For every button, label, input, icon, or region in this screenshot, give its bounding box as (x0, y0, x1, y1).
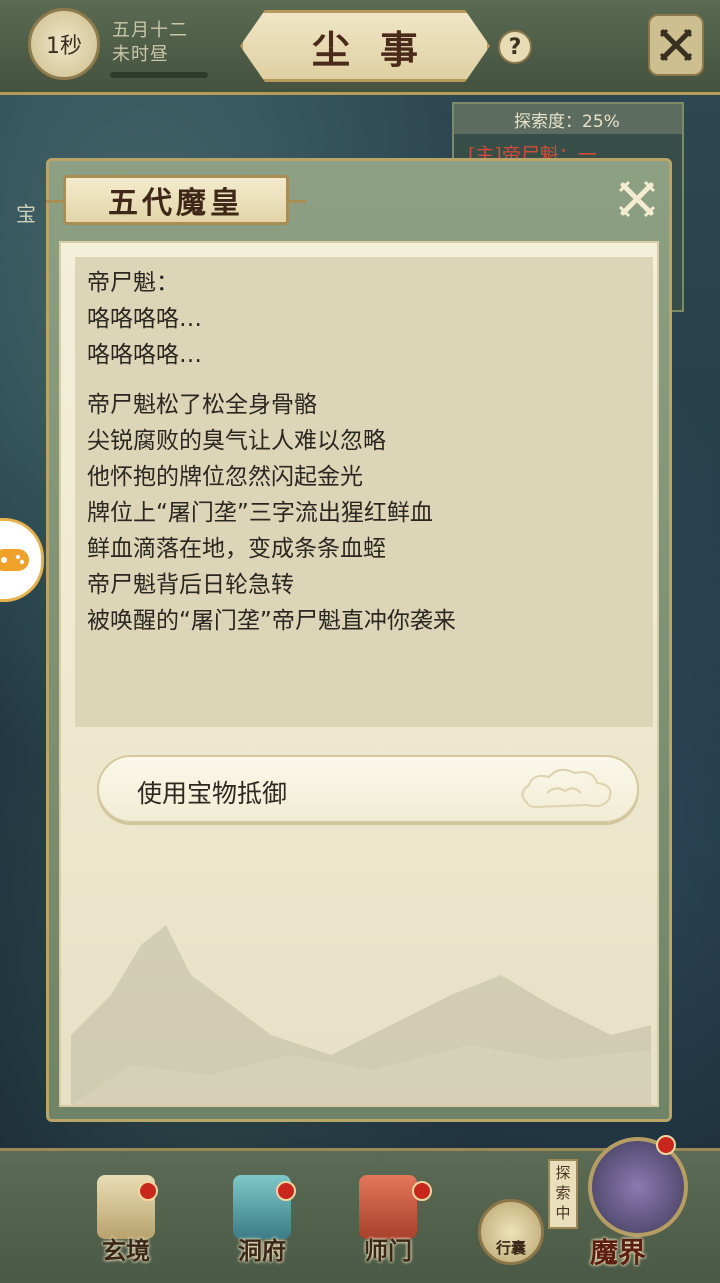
nav-label: 师门 (364, 1236, 412, 1265)
story-line: 咯咯咯咯… (87, 306, 202, 332)
bag-button[interactable]: 行囊 (478, 1199, 544, 1265)
story-textbox: 帝尸魁： 咯咯咯咯… 咯咯咯咯… 帝尸魁松了松全身骨骼尖锐腐败的臭气让人难以忽略 他怀… (75, 257, 653, 727)
narration-group: 帝尸魁松了松全身骨骼尖锐腐败的臭气让人难以忽略 他怀抱的牌位忽然闪起金光牌位上“屠… (87, 387, 641, 639)
close-icon (659, 28, 693, 62)
option-use-treasure-button[interactable]: 使用宝物抵御 (97, 755, 639, 823)
nav-xuanjing[interactable]: 玄境 (86, 1175, 166, 1275)
banner-icon (359, 1175, 417, 1239)
story-line: 帝尸魁松了松全身骨骼 (87, 392, 317, 418)
story-line: 尖锐腐败的臭气让人难以忽略 (87, 428, 386, 454)
close-icon (618, 180, 656, 218)
dialog-title-plaque: 五代魔皇 (46, 175, 306, 225)
story-line: 帝尸魁背后日轮急转 (87, 572, 294, 598)
date-line-2: 未时昼 (112, 44, 169, 65)
notification-dot (138, 1181, 158, 1201)
bag-label: 行囊 (495, 1239, 526, 1257)
nav-mojie[interactable]: 魔界 (570, 1135, 690, 1277)
option-label: 使用宝物抵御 (137, 779, 288, 808)
time-progress-bar (110, 72, 208, 78)
date-line-1: 五月十二 (112, 20, 188, 41)
story-line: 他怀抱的牌位忽然闪起金光 (87, 464, 363, 490)
notification-dot (656, 1135, 676, 1155)
top-bar: 1秒 五月十二 未时昼 尘事 ? (0, 0, 720, 95)
timer-text: 1秒 (46, 34, 82, 59)
help-button[interactable]: ? (498, 30, 532, 64)
event-dialog: 五代魔皇 帝尸魁： 咯咯咯咯… 咯咯咯咯… 帝尸魁松了松全身骨骼尖锐腐败的臭气让人难… (46, 158, 672, 1122)
timer-badge: 1秒 (28, 8, 100, 80)
gamepad-icon (0, 549, 29, 571)
top-close-button[interactable] (648, 14, 704, 76)
story-line: 咯咯咯咯… (87, 342, 202, 368)
story-line: 被唤醒的“屠门垄”帝尸魁直冲你袭来 (87, 608, 456, 634)
bottom-nav: 玄境 洞府 师门 行囊 探索中 魔界 (0, 1135, 720, 1283)
page-title-plaque: 尘事 (240, 10, 490, 82)
notification-dot (276, 1181, 296, 1201)
cloud-icon (521, 768, 612, 809)
mountain-decoration (71, 925, 651, 1105)
dialog-title: 五代魔皇 (108, 186, 244, 221)
dialog-paper: 帝尸魁： 咯咯咯咯… 咯咯咯咯… 帝尸魁松了松全身骨骼尖锐腐败的臭气让人难以忽略 他怀… (59, 241, 659, 1107)
nav-label: 魔界 (590, 1236, 647, 1269)
notification-dot (412, 1181, 432, 1201)
nav-label: 洞府 (238, 1236, 286, 1265)
dialogue-group: 帝尸魁： 咯咯咯咯… 咯咯咯咯… (87, 265, 641, 373)
exploration-progress: 探索度：25% (454, 104, 682, 134)
page-title: 尘事 (311, 26, 448, 72)
nav-dongfu[interactable]: 洞府 (222, 1175, 302, 1275)
story-line: 鲜血滴落在地，变成条条血蛭 (87, 536, 386, 562)
dialog-close-button[interactable] (615, 177, 659, 221)
nav-shimen[interactable]: 师门 (348, 1175, 432, 1275)
nav-label: 玄境 (102, 1236, 150, 1265)
story-line: 帝尸魁： (87, 270, 179, 296)
story-line: 牌位上“屠门垄”三字流出猩红鲜血 (87, 500, 433, 526)
side-treasure-label: 宝 (16, 202, 36, 226)
